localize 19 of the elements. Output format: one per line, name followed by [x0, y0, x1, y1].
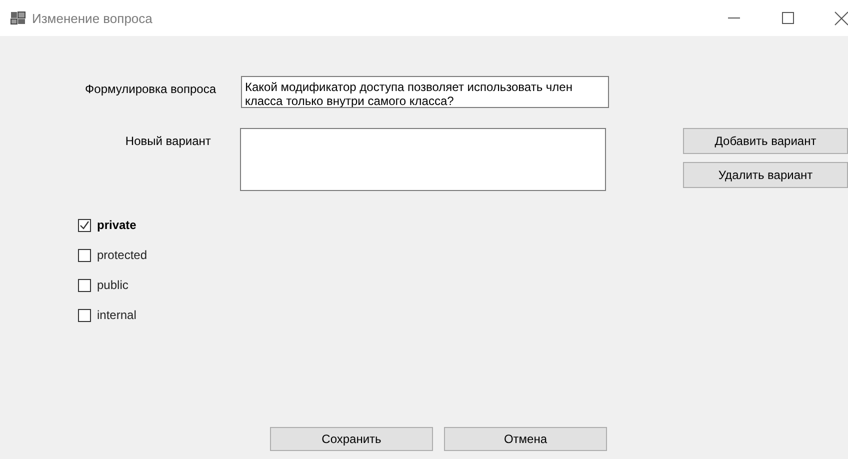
option-button[interactable]: Добавить вариант: [683, 128, 848, 154]
maximize-icon[interactable]: [780, 10, 796, 26]
checkbox[interactable]: [78, 248, 91, 262]
dialog-button[interactable]: Сохранить: [270, 427, 433, 451]
checkbox[interactable]: [78, 308, 91, 322]
option-label: private: [97, 218, 136, 232]
checkbox[interactable]: [78, 278, 91, 292]
field-label: Новый вариант: [124, 133, 212, 148]
field-label: Формулировка вопроса: [84, 81, 217, 96]
window-title: Изменение вопроса: [32, 10, 154, 26]
checkbox[interactable]: [78, 218, 91, 232]
dialog-button[interactable]: Отмена: [444, 427, 607, 451]
new-option-field[interactable]: [240, 128, 606, 191]
close-icon[interactable]: [834, 10, 848, 26]
option-button[interactable]: Удалить вариант: [683, 162, 848, 188]
option-label: public: [97, 278, 128, 292]
app-icon: [10, 10, 26, 26]
option-label: protected: [97, 248, 148, 262]
option-label: internal: [97, 308, 136, 322]
